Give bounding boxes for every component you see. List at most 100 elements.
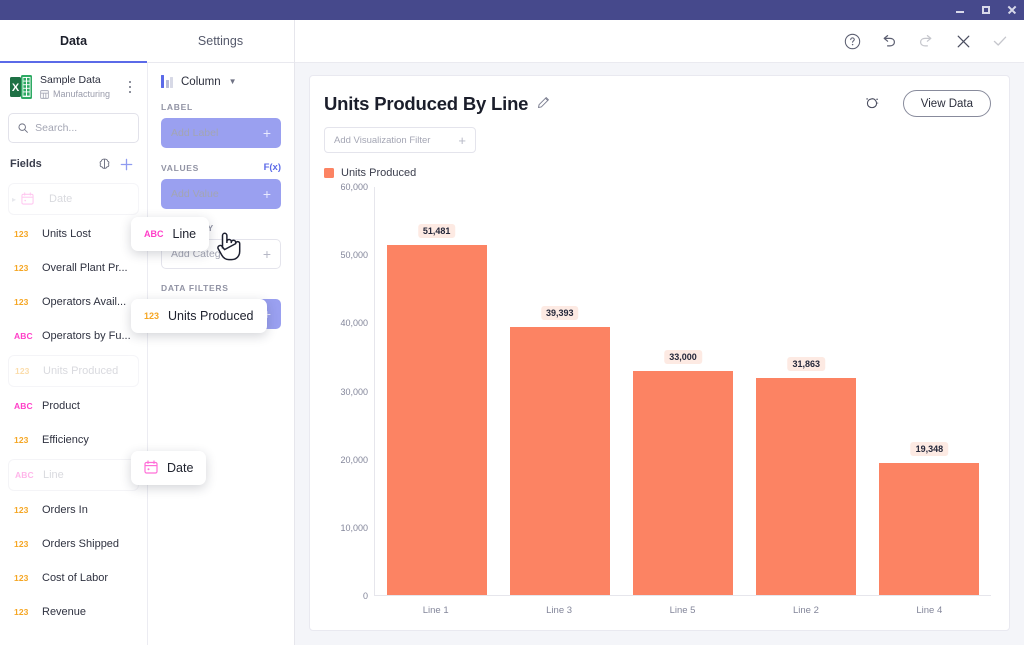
view-data-button[interactable]: View Data: [903, 90, 991, 117]
close-icon[interactable]: [953, 31, 973, 51]
field-type-number-icon: 123: [144, 311, 159, 321]
window-title-bar: [0, 0, 1024, 20]
view-data-label: View Data: [921, 98, 973, 110]
fields-list[interactable]: ▸ Date 123: [0, 177, 147, 645]
bar-line-2[interactable]: 31,863: [756, 378, 856, 595]
y-tick-label: 0: [363, 591, 368, 601]
search-input[interactable]: [35, 122, 129, 134]
plus-icon[interactable]: +: [263, 187, 271, 201]
bar-group: 33,000: [621, 187, 744, 595]
field-label: Units Produced: [43, 365, 118, 377]
field-label: Product: [42, 400, 80, 412]
field-label: Orders In: [42, 504, 88, 516]
add-visualization-filter[interactable]: Add Visualization Filter +: [324, 127, 476, 153]
calendar-icon: [21, 192, 34, 205]
bar-line-4[interactable]: 19,348: [879, 463, 979, 595]
drag-chip-units-produced[interactable]: 123 Units Produced: [131, 299, 267, 333]
field-label: Overall Plant Pr...: [42, 262, 128, 274]
close-window-button[interactable]: [1006, 4, 1018, 16]
tab-settings-label: Settings: [198, 34, 243, 48]
search-box[interactable]: [8, 113, 139, 143]
plus-icon[interactable]: +: [263, 126, 271, 140]
values-drop-zone[interactable]: Add Value +: [161, 179, 281, 209]
x-tick-label: Line 3: [497, 598, 620, 620]
fields-panel: X Sample Data Manufacturing: [0, 63, 148, 645]
plus-icon[interactable]: +: [263, 247, 271, 261]
bar-data-label: 39,393: [541, 306, 579, 320]
field-type-number-icon: 123: [14, 263, 35, 273]
left-panel: Data Settings: [0, 20, 295, 645]
datasource-row[interactable]: X Sample Data Manufacturing: [0, 63, 147, 111]
drag-chip-date[interactable]: Date: [131, 451, 206, 485]
field-type-number-icon: 123: [14, 435, 35, 445]
field-item-orders-in[interactable]: 123 Orders In: [8, 493, 139, 527]
field-item-operators-by-fu[interactable]: ABC Operators by Fu...: [8, 319, 139, 353]
slot-title: DATA FILTERS: [161, 283, 229, 293]
column-chart-icon: [161, 75, 173, 88]
minimize-button[interactable]: [954, 4, 966, 16]
panel-tabs: Data Settings: [0, 20, 294, 63]
maximize-button[interactable]: [980, 4, 992, 16]
bar-data-label: 51,481: [418, 224, 456, 238]
plot-area: 51,481 39,393 33,000: [374, 187, 991, 596]
visualization-filter-placeholder: Add Visualization Filter: [334, 135, 430, 146]
bar-line-5[interactable]: 33,000: [633, 371, 733, 595]
field-type-icon-date: [21, 192, 42, 207]
field-label: Revenue: [42, 606, 86, 618]
x-tick-label: Line 1: [374, 598, 497, 620]
ai-insight-icon[interactable]: [862, 94, 882, 114]
fields-header: Fields: [0, 151, 147, 177]
visualization-card: Units Produced By Line: [309, 75, 1010, 631]
datasource-name: Sample Data: [40, 74, 115, 87]
drag-chip-line[interactable]: ABC Line: [131, 217, 209, 251]
excel-icon: X: [10, 75, 32, 99]
editor-toolbar: [295, 20, 1024, 63]
y-tick-label: 60,000: [340, 182, 368, 192]
x-tick-label: Line 2: [744, 598, 867, 620]
field-item-line[interactable]: ABC Line: [8, 459, 139, 491]
datasource-more-button[interactable]: [123, 81, 137, 94]
bar-data-label: 31,863: [787, 357, 825, 371]
brain-icon[interactable]: [93, 157, 115, 172]
x-axis: Line 1 Line 3 Line 5 Line 2 Line 4: [374, 598, 991, 620]
chart-legend: Units Produced: [324, 167, 991, 179]
drag-chip-label: Date: [167, 461, 193, 475]
field-label: Cost of Labor: [42, 572, 108, 584]
visualization-builder-panel: Column ▼ LABEL Add Label + VALUES F(x) A…: [148, 63, 294, 645]
bar-group: 51,481: [375, 187, 498, 595]
field-item-operators-avail[interactable]: 123 Operators Avail...: [8, 285, 139, 319]
tab-data[interactable]: Data: [0, 20, 147, 62]
field-item-revenue[interactable]: 123 Revenue: [8, 595, 139, 629]
x-tick-label: Line 4: [868, 598, 991, 620]
pencil-icon[interactable]: [537, 94, 552, 114]
field-item-date[interactable]: ▸ Date: [8, 183, 139, 215]
viz-type-selector[interactable]: Column ▼: [161, 75, 281, 88]
fx-button[interactable]: F(x): [264, 162, 281, 173]
datasource-subtitle-row: Manufacturing: [40, 88, 115, 100]
bar-line-1[interactable]: 51,481: [387, 245, 487, 595]
label-drop-zone[interactable]: Add Label +: [161, 118, 281, 148]
add-field-button[interactable]: [115, 157, 137, 172]
bar-group: 19,348: [868, 187, 991, 595]
field-item-efficiency[interactable]: 123 Efficiency: [8, 423, 139, 457]
help-icon[interactable]: [842, 31, 862, 51]
tab-data-label: Data: [60, 34, 87, 48]
y-tick-label: 10,000: [340, 523, 368, 533]
datasource-subtitle: Manufacturing: [53, 88, 110, 100]
field-item-units-produced[interactable]: 123 Units Produced: [8, 355, 139, 387]
field-item-product[interactable]: ABC Product: [8, 389, 139, 423]
bar-line-3[interactable]: 39,393: [510, 327, 610, 595]
slot-title: LABEL: [161, 102, 193, 112]
field-item-overall-plant-pr[interactable]: 123 Overall Plant Pr...: [8, 251, 139, 285]
bar-data-label: 33,000: [664, 350, 702, 364]
undo-icon[interactable]: [879, 31, 899, 51]
plus-icon[interactable]: +: [458, 134, 466, 147]
values-slot-placeholder: Add Value: [171, 188, 219, 200]
field-label: Efficiency: [42, 434, 89, 446]
fields-title: Fields: [10, 158, 93, 170]
slot-label-values: VALUES F(x): [161, 162, 281, 173]
tab-settings[interactable]: Settings: [147, 20, 294, 62]
field-item-orders-shipped[interactable]: 123 Orders Shipped: [8, 527, 139, 561]
field-item-units-lost[interactable]: 123 Units Lost: [8, 217, 139, 251]
field-item-cost-of-labor[interactable]: 123 Cost of Labor: [8, 561, 139, 595]
